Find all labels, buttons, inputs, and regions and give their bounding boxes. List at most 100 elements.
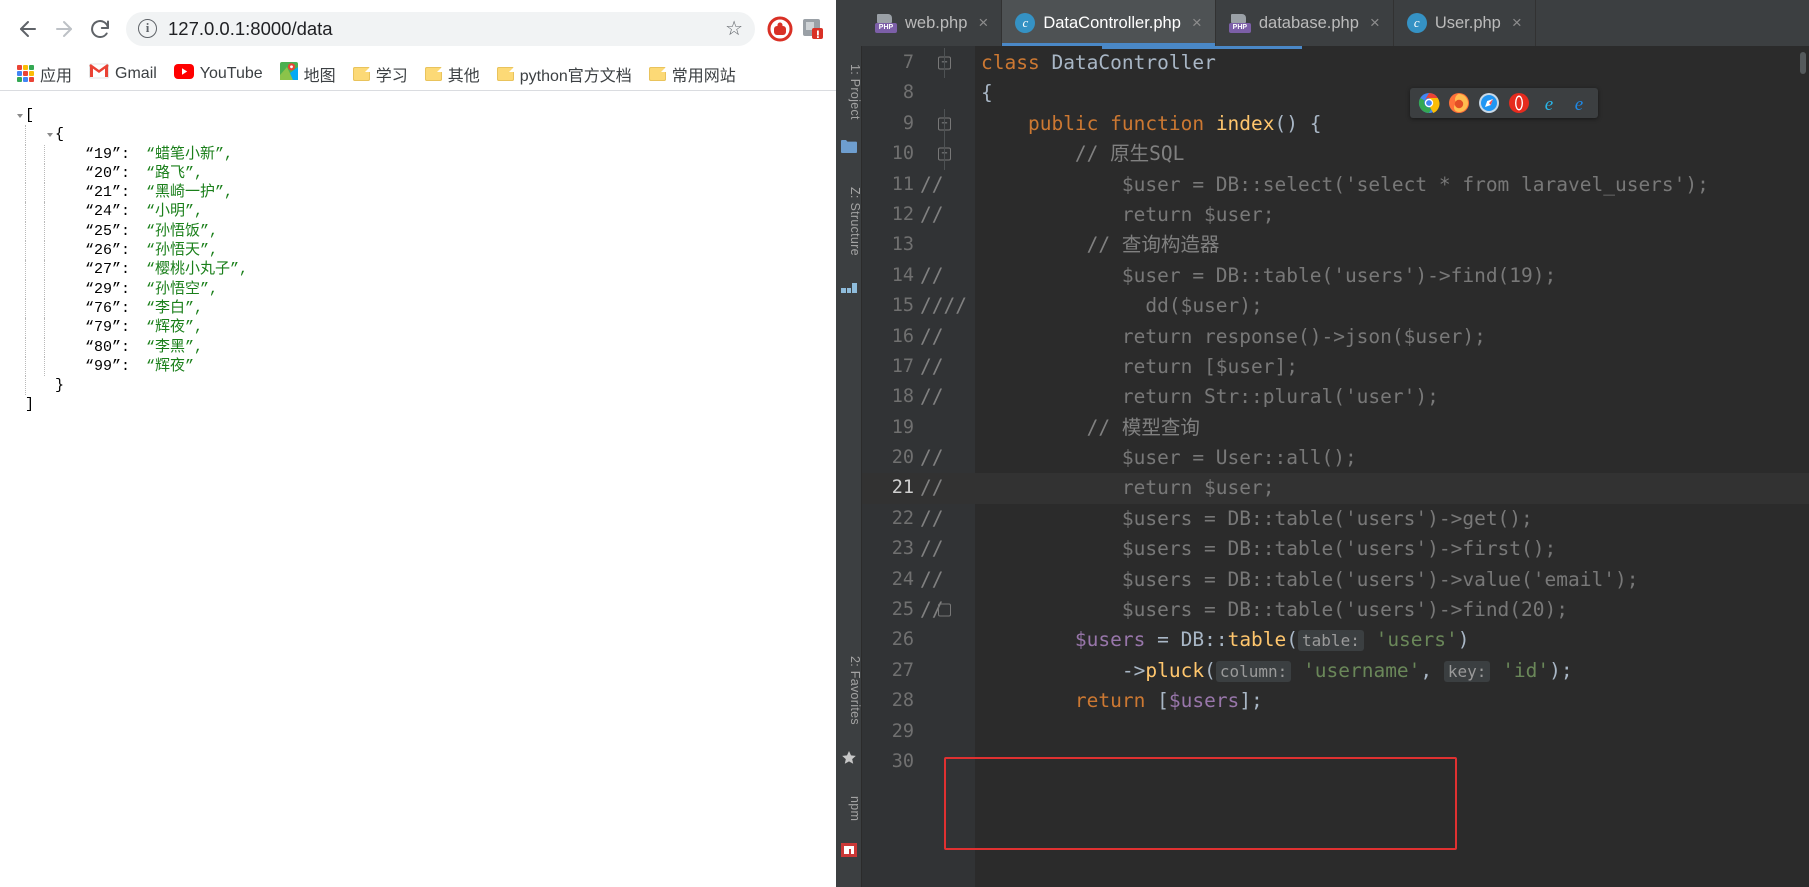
fold-column[interactable] xyxy=(920,230,975,260)
bookmark-star-icon[interactable]: ☆ xyxy=(725,16,743,41)
back-button[interactable] xyxy=(10,11,46,47)
fold-column[interactable]: // xyxy=(920,352,975,382)
close-icon[interactable]: × xyxy=(1370,13,1380,33)
fold-column[interactable]: //// xyxy=(920,291,975,321)
close-icon[interactable]: × xyxy=(978,13,988,33)
code-line[interactable]: 11 // $user = DB::select('select * from l… xyxy=(862,170,1809,200)
code-line[interactable]: 23 // $users = DB::table('users')->first(… xyxy=(862,534,1809,564)
code-line[interactable]: 14 // $user = DB::table('users')->find(19… xyxy=(862,261,1809,291)
code-fold-marker[interactable] xyxy=(938,603,951,617)
code-line[interactable]: 22 // $users = DB::table('users')->get(); xyxy=(862,504,1809,534)
code-line[interactable]: 19 // 模型查询 xyxy=(862,413,1809,443)
fold-column[interactable]: − xyxy=(920,139,975,170)
fold-column[interactable]: // xyxy=(920,261,975,291)
code-line[interactable]: 29 xyxy=(862,717,1809,747)
extension-error-icon[interactable] xyxy=(800,16,826,42)
adblock-extension-icon[interactable] xyxy=(767,16,793,42)
tool-window-npm[interactable]: npm xyxy=(836,786,862,832)
editor-scrollbar-thumb[interactable] xyxy=(1800,52,1806,74)
fold-column[interactable]: // xyxy=(920,170,975,200)
code-line[interactable]: 26 $users = DB::table(table: 'users') xyxy=(862,625,1809,655)
code-line[interactable]: 20 // $user = User::all(); xyxy=(862,443,1809,473)
fold-column[interactable]: // xyxy=(920,473,975,503)
code-line[interactable]: 10− // 原生SQL xyxy=(862,139,1809,170)
fold-column[interactable]: // xyxy=(920,504,975,534)
json-response-viewer: [{“19”: “蜡笔小新”, “20”: “路飞”, “21”: “黑崎一护”, “24”… xyxy=(0,92,836,887)
fold-column[interactable] xyxy=(920,413,975,443)
project-folder-icon[interactable] xyxy=(841,138,857,154)
fold-column[interactable]: // xyxy=(920,534,975,564)
code-line[interactable]: 13 // 查询构造器 xyxy=(862,230,1809,260)
fold-column[interactable]: − xyxy=(920,108,975,140)
site-information-icon[interactable]: i xyxy=(138,19,157,38)
firefox-browser-icon[interactable] xyxy=(1448,92,1470,114)
edge-browser-icon[interactable]: e xyxy=(1568,92,1590,115)
bookmark-folder-study[interactable]: 学习 xyxy=(346,58,415,90)
fold-column[interactable]: // xyxy=(920,443,975,473)
fold-column[interactable] xyxy=(920,625,975,655)
editor-tab-web-php[interactable]: PHP web.php × xyxy=(862,0,1003,46)
forward-button[interactable] xyxy=(46,11,82,47)
bookmark-folder-common-sites[interactable]: 常用网站 xyxy=(642,58,743,90)
editor-tab-user-php[interactable]: c User.php × xyxy=(1394,0,1536,46)
fold-column[interactable]: // xyxy=(920,382,975,412)
json-guide-line xyxy=(44,163,63,184)
fold-column[interactable] xyxy=(920,686,975,716)
code-token: $user = DB::table('users')->find(19); xyxy=(981,263,1557,287)
tool-window-structure[interactable]: Z: Structure xyxy=(836,171,862,271)
code-line[interactable]: 21 // return $user; xyxy=(862,473,1809,504)
fold-column[interactable]: // xyxy=(920,200,975,230)
code-line[interactable]: 24 // $users = DB::table('users')->value(… xyxy=(862,565,1809,595)
fold-column[interactable] xyxy=(920,656,975,686)
internet-explorer-browser-icon[interactable]: e xyxy=(1538,92,1560,115)
code-line[interactable]: 25 // $users = DB::table('users')->find(2… xyxy=(862,595,1809,625)
fold-column[interactable]: // xyxy=(920,595,975,625)
code-line[interactable]: 9− public function index() { xyxy=(862,108,1809,140)
code-line[interactable]: 12 // return $user; xyxy=(862,200,1809,230)
npm-icon[interactable] xyxy=(841,842,857,858)
json-collapse-toggle[interactable] xyxy=(14,106,25,125)
reload-button[interactable] xyxy=(82,11,118,47)
fold-column[interactable] xyxy=(920,747,975,777)
bookmark-gmail[interactable]: Gmail xyxy=(82,59,164,88)
fold-column[interactable]: // xyxy=(920,565,975,595)
fold-column[interactable]: − xyxy=(920,48,975,79)
fold-column[interactable] xyxy=(920,717,975,747)
code-line[interactable]: 17 // return [$user]; xyxy=(862,352,1809,382)
address-bar[interactable]: i 127.0.0.1:8000/data ☆ xyxy=(126,11,755,46)
safari-browser-icon[interactable] xyxy=(1478,92,1500,114)
code-line[interactable]: 28 return [$users]; xyxy=(862,686,1809,716)
structure-icon[interactable] xyxy=(841,278,857,294)
code-line[interactable]: 30 xyxy=(862,747,1809,777)
code-line[interactable]: 8{ xyxy=(862,78,1809,108)
close-icon[interactable]: × xyxy=(1192,13,1202,33)
code-token: $users xyxy=(1074,628,1146,652)
tab-label: User.php xyxy=(1434,13,1501,32)
editor-tab-database-php[interactable]: PHP database.php × xyxy=(1216,0,1394,46)
code-token: [ xyxy=(1145,689,1169,713)
code-line[interactable]: 15 //// dd($user); xyxy=(862,291,1809,321)
bookmark-youtube[interactable]: YouTube xyxy=(167,60,270,88)
code-line[interactable]: 16 // return response()->json($user); xyxy=(862,322,1809,352)
code-editor[interactable]: 7−class DataController8{9− public functi… xyxy=(862,46,1809,887)
bookmark-label: 其他 xyxy=(447,67,480,85)
bookmark-folder-other[interactable]: 其他 xyxy=(418,58,487,90)
tool-window-favorites[interactable]: 2: Favorites xyxy=(836,638,862,743)
bookmark-folder-python-docs[interactable]: python官方文档 xyxy=(490,58,639,90)
chrome-browser-icon[interactable] xyxy=(1418,92,1440,114)
bookmark-maps[interactable]: 地图 xyxy=(273,58,343,90)
editor-tab-datacontroller-php[interactable]: c DataController.php × xyxy=(1002,0,1216,46)
code-line[interactable]: 18 // return Str::plural('user'); xyxy=(862,382,1809,412)
favorites-star-icon[interactable] xyxy=(841,750,857,766)
code-token: dd($user); xyxy=(981,294,1263,318)
bookmark-apps[interactable]: 应用 xyxy=(10,58,79,90)
fold-column[interactable] xyxy=(920,78,975,108)
close-icon[interactable]: × xyxy=(1512,13,1522,33)
fold-column[interactable]: // xyxy=(920,322,975,352)
json-collapse-toggle[interactable] xyxy=(44,125,55,144)
code-line[interactable]: 27 ->pluck(column: 'username', key: 'id'… xyxy=(862,656,1809,686)
opera-browser-icon[interactable] xyxy=(1508,92,1530,114)
code-line[interactable]: 7−class DataController xyxy=(862,48,1809,79)
tool-window-project[interactable]: 1: Project xyxy=(836,52,862,132)
